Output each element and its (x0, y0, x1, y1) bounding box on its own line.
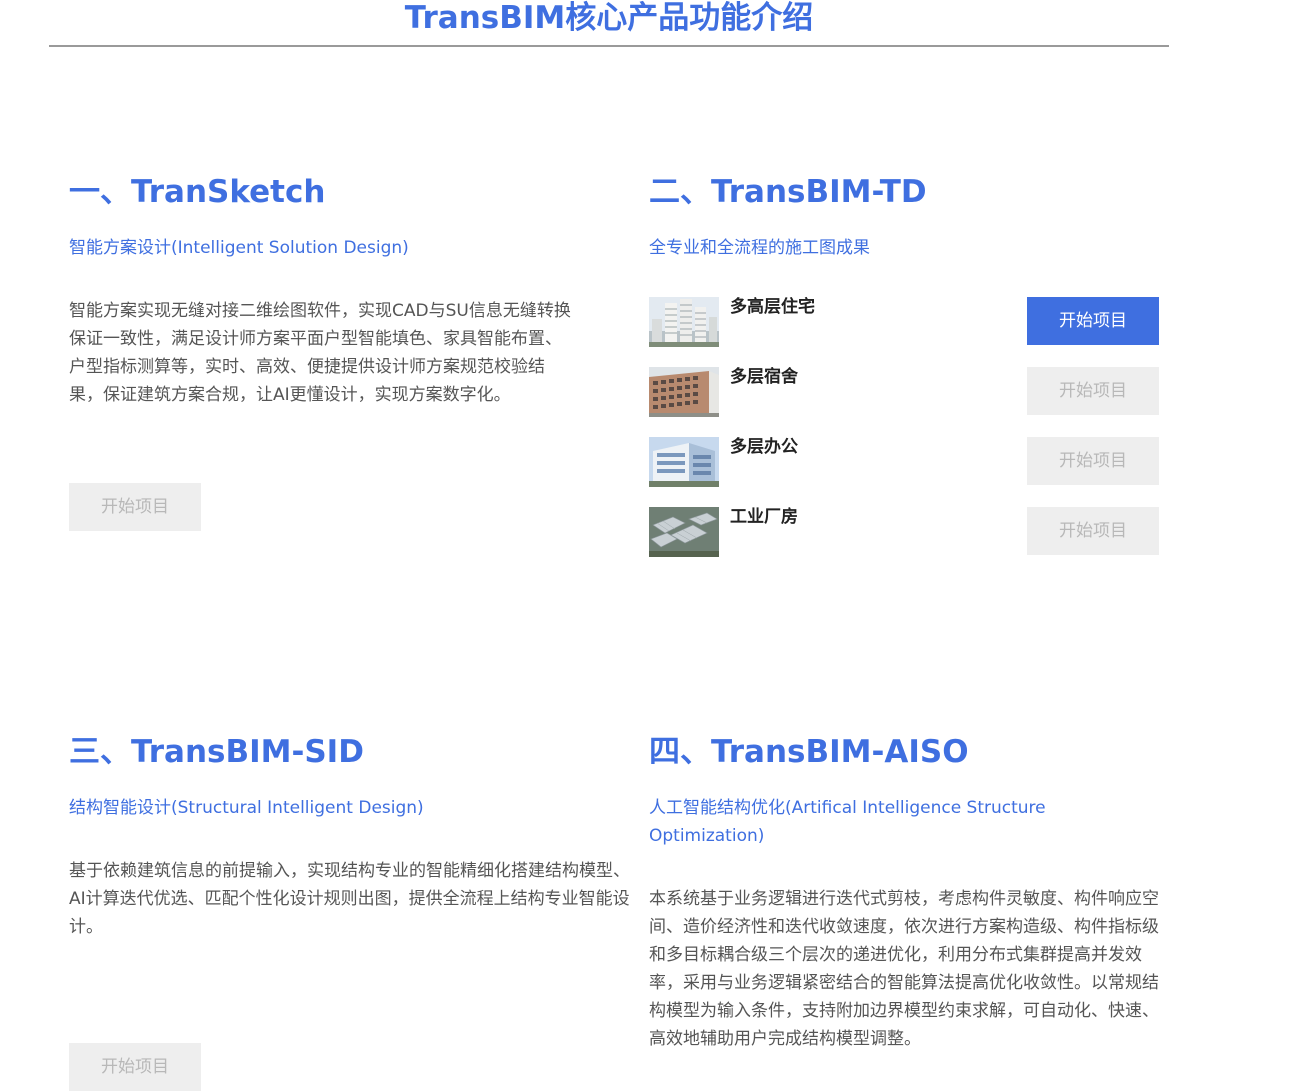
page-title: TransBIM核心产品功能介绍 (404, 0, 814, 36)
section-heading: 四、TransBIM-AISO (649, 734, 969, 770)
building-type-row: 工业厂房 开始项目 (649, 507, 1161, 567)
building-type-row: 多高层住宅 开始项目 (649, 297, 1161, 357)
title-divider (49, 45, 1169, 47)
building-type-label: 工业厂房 (730, 507, 798, 527)
section-heading: 三、TransBIM-SID (69, 734, 364, 770)
start-project-button[interactable]: 开始项目 (69, 1043, 201, 1091)
office-building-image (649, 437, 719, 487)
section-transbim-aiso: 四、TransBIM-AISO 人工智能结构优化(Artifical Intel… (649, 732, 1169, 1058)
building-type-label: 多层办公 (730, 437, 798, 457)
section-heading: 二、TransBIM-TD (649, 174, 927, 210)
building-type-row: 多层办公 开始项目 (649, 437, 1161, 497)
start-project-button[interactable]: 开始项目 (1027, 507, 1159, 555)
start-project-button[interactable]: 开始项目 (1027, 367, 1159, 415)
section-heading: 一、TranSketch (69, 174, 326, 210)
section-transketch: 一、TranSketch 智能方案设计(Intelligent Solution… (69, 172, 589, 542)
section-description: 智能方案实现无缝对接二维绘图软件，实现CAD与SU信息无缝转换保证一致性，满足设… (69, 301, 571, 405)
section-description: 基于依赖建筑信息的前提输入，实现结构专业的智能精细化搭建结构模型、AI计算迭代优… (69, 861, 630, 937)
section-subtitle: 人工智能结构优化(Artifical Intelligence Structur… (649, 798, 1046, 846)
factory-building-image (649, 507, 719, 557)
start-project-button[interactable]: 开始项目 (1027, 297, 1159, 345)
section-transbim-sid: 三、TransBIM-SID 结构智能设计(Structural Intelli… (69, 732, 634, 1091)
building-type-label: 多层宿舍 (730, 367, 798, 387)
start-project-button[interactable]: 开始项目 (69, 483, 201, 531)
building-type-label: 多高层住宅 (730, 297, 815, 317)
start-project-button[interactable]: 开始项目 (1027, 437, 1159, 485)
residential-tower-image (649, 297, 719, 347)
section-subtitle: 全专业和全流程的施工图成果 (649, 238, 870, 258)
section-transbim-td: 二、TransBIM-TD 全专业和全流程的施工图成果 多高层住宅 开始项目 多… (649, 172, 1169, 572)
building-type-row: 多层宿舍 开始项目 (649, 367, 1161, 427)
dormitory-building-image (649, 367, 719, 417)
section-subtitle: 智能方案设计(Intelligent Solution Design) (69, 238, 409, 258)
section-subtitle: 结构智能设计(Structural Intelligent Design) (69, 798, 424, 818)
section-description: 本系统基于业务逻辑进行迭代式剪枝，考虑构件灵敏度、构件响应空间、造价经济性和迭代… (649, 889, 1159, 1049)
